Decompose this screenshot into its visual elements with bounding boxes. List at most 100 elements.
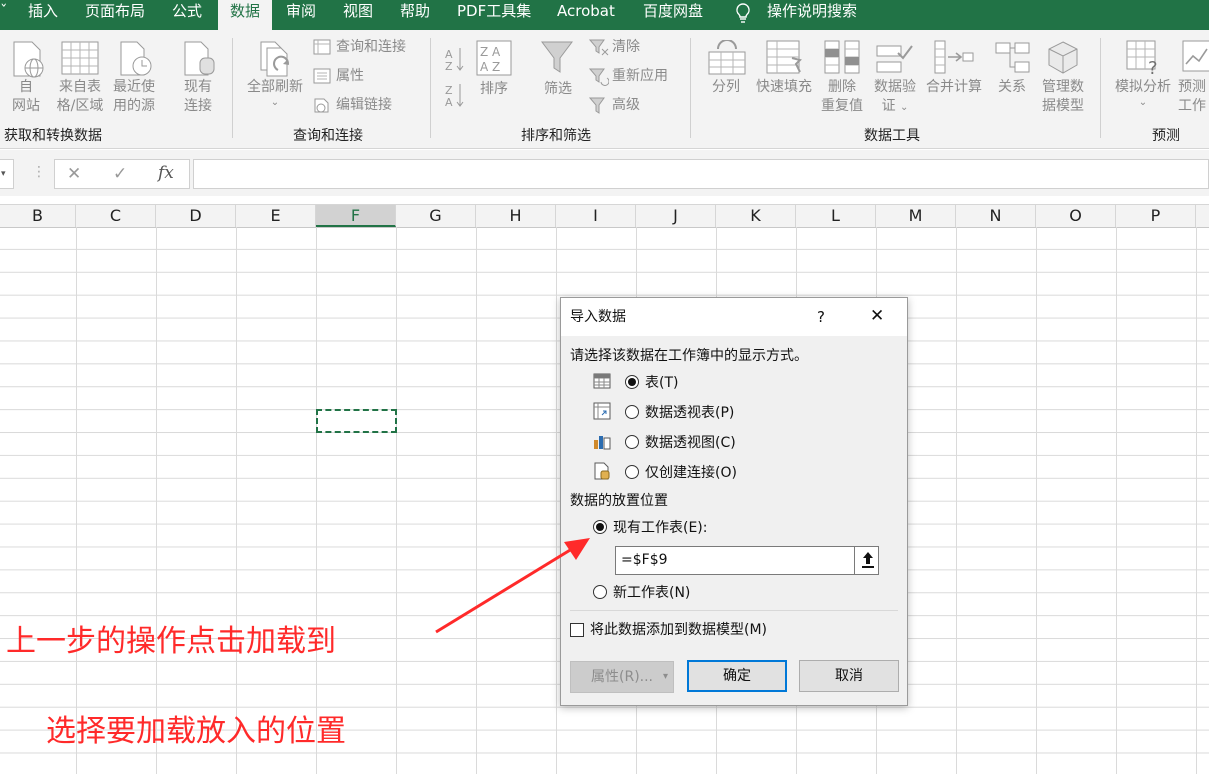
svg-text:Z: Z [445,60,453,73]
name-box[interactable]: ▾ [0,159,14,189]
dialog-title: 导入数据 [570,309,626,325]
column-header-n[interactable]: N [956,205,1036,227]
tab-overflow[interactable]: ˇ [0,0,8,30]
chevron-down-icon: ▾ [1,169,6,179]
close-button[interactable]: ✕ [870,307,884,325]
column-header-f[interactable]: F [316,205,396,227]
clear-filter-icon [589,39,609,56]
existing-connections-button[interactable]: 现有 连接 [178,78,218,116]
from-table-button[interactable]: 来自表 格/区域 [52,78,108,116]
group-separator [430,38,431,138]
relationships-icon [995,42,1030,73]
advanced-button[interactable]: 高级 [612,96,640,115]
tab-data[interactable]: 数据 [218,0,272,30]
radio-pivot-chart[interactable] [625,435,639,449]
forecast-sheet-button[interactable]: 预测 工作 [1178,78,1209,116]
reference-input[interactable]: =$F$9 [615,546,879,575]
svg-text:?: ? [1148,58,1158,76]
column-header-e[interactable]: E [236,205,316,227]
label-line: 连接 [184,98,212,114]
enter-formula-button[interactable]: ✓ [113,164,127,184]
data-validation-button[interactable]: 数据验 证 ⌄ [870,78,920,117]
edit-links-button[interactable]: 编辑链接 [336,96,392,115]
label-line: 全部刷新 [247,79,303,95]
column-header-g[interactable]: G [396,205,476,227]
tab-acrobat[interactable]: Acrobat [557,0,615,30]
from-web-button[interactable]: 自 网站 [8,78,44,116]
forecast-sheet-icon [1182,40,1209,72]
tab-pdf-tools[interactable]: PDF工具集 [457,0,531,30]
label-line: 管理数 [1042,79,1084,95]
remove-duplicates-button[interactable]: 删除 重复值 [818,78,866,116]
sort-button[interactable]: 排序 [474,80,514,99]
consolidate-button[interactable]: 合并计算 [922,78,986,97]
tab-view[interactable]: 视图 [343,0,373,30]
clear-button[interactable]: 清除 [612,38,640,57]
column-header-m[interactable]: M [876,205,956,227]
copy-marquee-cell-f9[interactable] [316,409,397,433]
help-button[interactable]: ? [817,308,825,326]
web-icon [13,41,44,78]
queries-connections-button[interactable]: 查询和连接 [336,38,406,57]
label-line: 来自表 [59,79,101,95]
radio-connection-only[interactable] [625,465,639,479]
tab-review[interactable]: 审阅 [286,0,316,30]
cancel-button[interactable]: 取消 [799,660,899,692]
ok-button[interactable]: 确定 [687,660,787,692]
import-data-dialog: 导入数据 ? ✕ 请选择该数据在工作簿中的显示方式。 表(T) 数据透视表(P)… [560,297,908,706]
tab-formulas[interactable]: 公式 [172,0,202,30]
reapply-icon [589,68,609,86]
reference-value: =$F$9 [621,552,668,568]
recent-sources-button[interactable]: 最近使 用的源 [108,78,160,116]
column-header-h[interactable]: H [476,205,556,227]
radio-pivot-table[interactable] [625,405,639,419]
text-to-columns-button[interactable]: 分列 [706,78,746,97]
placement-label: 数据的放置位置 [570,493,668,509]
formula-input[interactable] [193,159,1209,189]
label-line: 最近使 [113,79,155,95]
sort-az-icon: A Z Z A [445,48,464,109]
properties-button[interactable]: 属性 [336,67,364,86]
column-header-c[interactable]: C [76,205,156,227]
manage-data-model-button[interactable]: 管理数 据模型 [1038,78,1088,116]
data-validation-icon [876,45,913,73]
radio-table[interactable] [625,375,639,389]
edit-links-icon [314,98,329,113]
what-if-analysis-button[interactable]: 模拟分析 ⌄ [1110,78,1176,109]
relationships-button[interactable]: 关系 [992,78,1032,97]
reapply-button[interactable]: 重新应用 [612,67,668,86]
button-label: 属性(R)... [591,669,654,685]
label-pivot-chart: 数据透视图(C) [645,435,736,451]
collapse-dialog-icon[interactable] [861,551,875,570]
svg-text:A: A [445,96,453,109]
tell-me-search[interactable]: 操作说明搜索 [767,0,857,30]
refresh-all-icon [260,41,290,77]
lightbulb-icon [736,3,750,23]
column-header-j[interactable]: J [636,205,716,227]
column-header-d[interactable]: D [156,205,236,227]
tab-page-layout[interactable]: 页面布局 [85,0,145,30]
tab-label: 审阅 [286,2,317,20]
tab-label: PDF工具集 [457,2,532,20]
tab-baidu-netdisk[interactable]: 百度网盘 [643,0,703,30]
dialog-title-bar: 导入数据 ? ✕ [561,298,907,336]
column-header-i[interactable]: I [556,205,636,227]
tab-insert[interactable]: 插入 [28,0,58,30]
chevron-down-icon: ⌄ [270,97,280,108]
splitter-dots-icon[interactable]: ⋮ [32,164,46,180]
column-header-k[interactable]: K [716,205,796,227]
tab-help[interactable]: 帮助 [400,0,430,30]
properties-dialog-button[interactable]: 属性(R)... ▾ [570,661,674,693]
column-header-b[interactable]: B [0,205,76,227]
tab-label: 操作说明搜索 [767,2,858,20]
column-header-o[interactable]: O [1036,205,1116,227]
insert-function-button[interactable]: fx [158,163,174,183]
column-header-p[interactable]: P [1116,205,1196,227]
cancel-formula-button[interactable]: ✕ [67,164,81,184]
flash-fill-button[interactable]: 快速填充 [752,78,816,97]
group-separator [1100,38,1101,138]
refresh-all-button[interactable]: 全部刷新 ⌄ [244,78,306,109]
label-line: 重复值 [821,98,863,114]
column-header-l[interactable]: L [796,205,876,227]
filter-button[interactable]: 筛选 [538,80,578,99]
